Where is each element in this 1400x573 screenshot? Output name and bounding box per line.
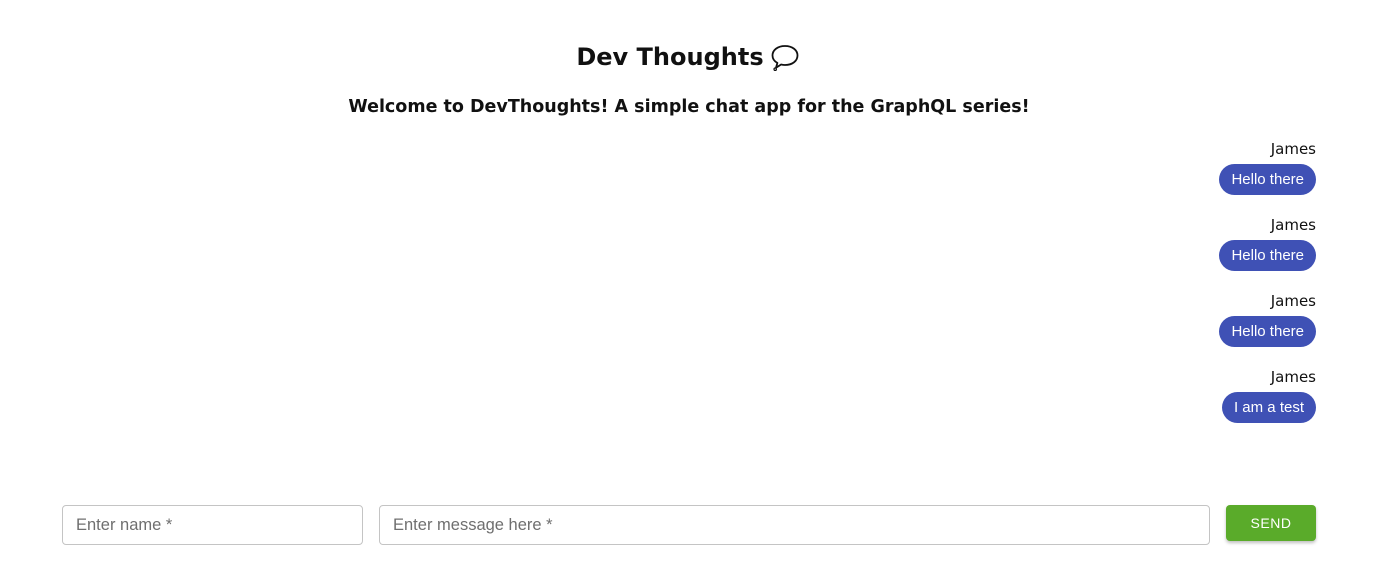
- message-item: James I am a test: [1221, 366, 1316, 442]
- message-item: James Hello there: [1219, 214, 1316, 290]
- message-bubble: Hello there: [1219, 316, 1316, 347]
- message-bubble: I am a test: [1221, 392, 1316, 423]
- message-author: James: [1270, 292, 1316, 310]
- message-item: James Hello there: [1219, 138, 1316, 214]
- speech-bubble-icon: [770, 43, 800, 71]
- app-title-text: Dev Thoughts: [576, 43, 764, 71]
- message-item: James Hello there: [1219, 290, 1316, 366]
- message-bubble: Hello there: [1219, 240, 1316, 271]
- message-author: James: [1270, 140, 1316, 158]
- message-input[interactable]: [380, 506, 1209, 544]
- message-author: James: [1270, 368, 1316, 386]
- send-button[interactable]: SEND: [1226, 505, 1316, 541]
- name-field: [62, 505, 363, 545]
- message-author: James: [1270, 216, 1316, 234]
- page-subtitle: Welcome to DevThoughts! A simple chat ap…: [348, 97, 1030, 117]
- message-list: James Hello there James Hello there Jame…: [916, 138, 1316, 442]
- message-field: [379, 505, 1210, 545]
- app-title: Dev Thoughts: [0, 40, 1376, 74]
- message-bubble: Hello there: [1219, 164, 1316, 195]
- name-input[interactable]: [63, 506, 362, 544]
